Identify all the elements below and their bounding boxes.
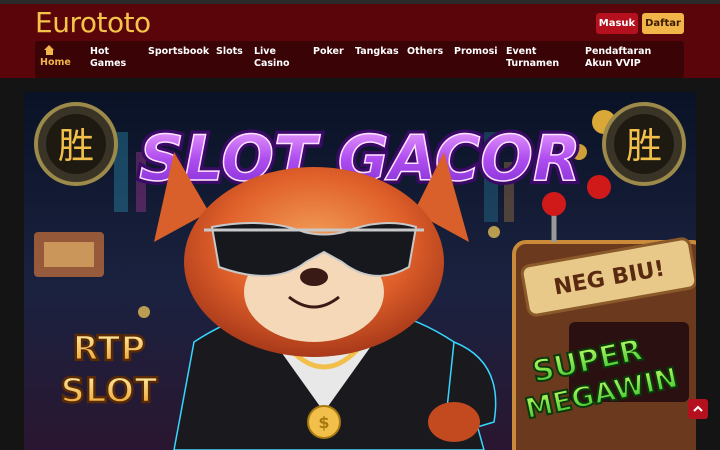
nav-item-home[interactable]: Home — [40, 45, 71, 69]
nav-item-tangkas[interactable]: Tangkas — [355, 46, 399, 58]
svg-text:$: $ — [318, 413, 329, 432]
nav-item-slots[interactable]: Slots — [216, 46, 243, 58]
nav-item-label: Slots — [216, 46, 243, 57]
nav-item-label: Live Casino — [254, 46, 290, 69]
nav-item-label: Tangkas — [355, 46, 399, 57]
svg-text:RTP: RTP — [73, 329, 146, 369]
banner-artwork: 胜 胜 SLOT GACOR SLOT GACOR NEG BIU! $ RTP… — [24, 92, 696, 450]
nav-item-live-casino[interactable]: Live Casino — [250, 46, 290, 70]
nav-item-label: Sportsbook — [148, 46, 210, 57]
nav-item-label: Event Turnamen — [506, 46, 560, 69]
emblem-glyph: 胜 — [626, 126, 662, 167]
login-button[interactable]: Masuk — [596, 13, 638, 34]
promo-banner[interactable]: 胜 胜 SLOT GACOR SLOT GACOR NEG BIU! $ RTP… — [24, 92, 696, 450]
nav-item-hot-games[interactable]: Hot Games — [86, 46, 138, 70]
nav-item-label: Promosi — [454, 46, 498, 57]
nav-item-event-turnamen[interactable]: Event Turnamen — [502, 46, 562, 70]
register-button[interactable]: Daftar — [642, 13, 684, 34]
home-icon — [44, 45, 55, 55]
site-logo[interactable]: Eurototo — [35, 6, 151, 39]
scroll-to-top-button[interactable] — [688, 399, 708, 419]
nav-item-label: Pendaftaran Akun VVIP — [585, 46, 652, 69]
right-dragon-emblem: 胜 — [602, 102, 686, 186]
nav-item-label: Poker — [313, 46, 344, 57]
nav-item-label: Others — [407, 46, 444, 57]
nav-item-vvip-registration[interactable]: Pendaftaran Akun VVIP — [581, 46, 681, 70]
nav-item-poker[interactable]: Poker — [313, 46, 344, 58]
nav-item-label: Home — [40, 57, 71, 68]
chevron-up-icon — [693, 405, 703, 412]
nav-item-label: Hot Games — [90, 46, 127, 69]
nav-item-sportsbook[interactable]: Sportsbook — [148, 46, 209, 58]
left-dragon-emblem: 胜 — [34, 102, 118, 186]
nav-item-others[interactable]: Others — [407, 46, 443, 58]
svg-text:SLOT: SLOT — [60, 371, 158, 411]
emblem-glyph: 胜 — [58, 126, 94, 167]
main-nav: Home Hot Games Sportsbook Slots Live Cas… — [35, 41, 684, 78]
nav-item-promosi[interactable]: Promosi — [454, 46, 498, 58]
